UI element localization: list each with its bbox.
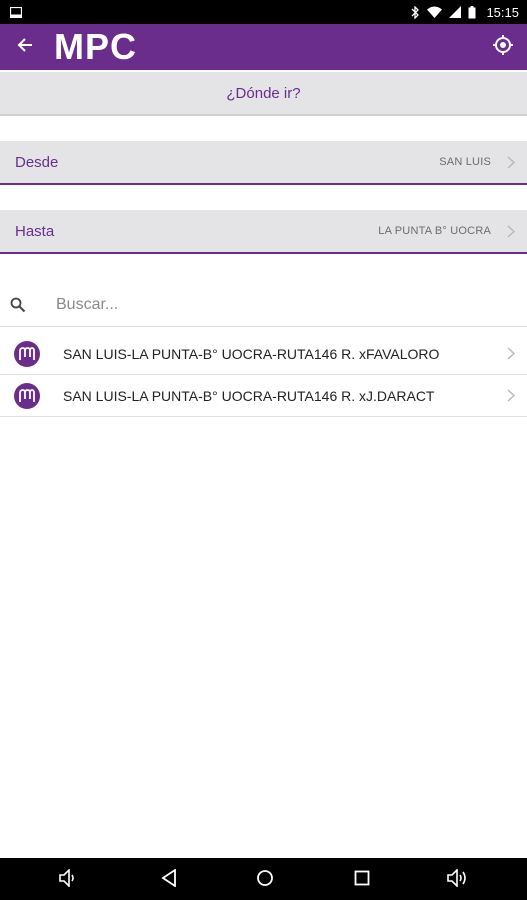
- status-bar: 15:15: [0, 0, 527, 24]
- bluetooth-icon: [410, 5, 420, 19]
- from-label: Desde: [15, 153, 59, 171]
- to-row[interactable]: Hasta LA PUNTA B° UOCRA: [0, 210, 527, 254]
- chevron-right-icon: [507, 347, 516, 365]
- search-icon: [0, 297, 36, 313]
- chevron-right-icon: [507, 389, 516, 407]
- list-item[interactable]: SAN LUIS-LA PUNTA-B° UOCRA-RUTA146 R. xJ…: [0, 375, 527, 417]
- search-bar: [0, 283, 527, 327]
- volume-down-icon: [59, 867, 79, 892]
- back-icon: [161, 867, 177, 892]
- bus-line-logo-icon: [14, 340, 40, 367]
- recents-icon: [354, 870, 370, 891]
- chevron-right-icon: [507, 156, 516, 174]
- route-name: SAN LUIS-LA PUNTA-B° UOCRA-RUTA146 R. xJ…: [63, 387, 435, 404]
- where-to-label: ¿Dónde ir?: [226, 84, 301, 102]
- arrow-back-icon: [17, 37, 33, 58]
- my-location-icon: [492, 34, 514, 61]
- bus-line-logo-icon: [14, 382, 40, 409]
- to-label: Hasta: [15, 222, 55, 240]
- from-row[interactable]: Desde SAN LUIS: [0, 141, 527, 185]
- to-value: LA PUNTA B° UOCRA: [378, 225, 491, 237]
- wifi-icon: [427, 6, 443, 18]
- routes-list: SAN LUIS-LA PUNTA-B° UOCRA-RUTA146 R. xF…: [0, 333, 527, 417]
- recents-nav-button[interactable]: [351, 869, 373, 891]
- tablet-icon: [10, 6, 22, 18]
- chevron-right-icon: [507, 225, 516, 243]
- my-location-button[interactable]: [491, 34, 515, 61]
- clock-text: 15:15: [486, 4, 519, 20]
- battery-icon: [468, 5, 476, 19]
- volume-up-icon: [447, 867, 471, 892]
- volume-up-button[interactable]: [446, 867, 472, 892]
- list-item[interactable]: SAN LUIS-LA PUNTA-B° UOCRA-RUTA146 R. xF…: [0, 333, 527, 375]
- from-value: SAN LUIS: [439, 156, 491, 168]
- system-nav-bar: [0, 858, 527, 900]
- screen: 15:15 MPC ¿Dónde ir? Desde SAN LUIS Hast…: [0, 0, 527, 900]
- volume-down-button[interactable]: [58, 867, 80, 892]
- back-button[interactable]: [0, 24, 50, 70]
- where-to-header: ¿Dónde ir?: [0, 72, 527, 116]
- app-title: MPC: [54, 26, 137, 67]
- home-nav-button[interactable]: [254, 869, 276, 891]
- home-icon: [256, 869, 274, 892]
- no-signal-icon: [449, 6, 462, 18]
- app-bar: MPC: [0, 24, 527, 70]
- search-input[interactable]: [56, 295, 456, 314]
- route-name: SAN LUIS-LA PUNTA-B° UOCRA-RUTA146 R. xF…: [63, 345, 440, 362]
- back-nav-button[interactable]: [158, 867, 180, 892]
